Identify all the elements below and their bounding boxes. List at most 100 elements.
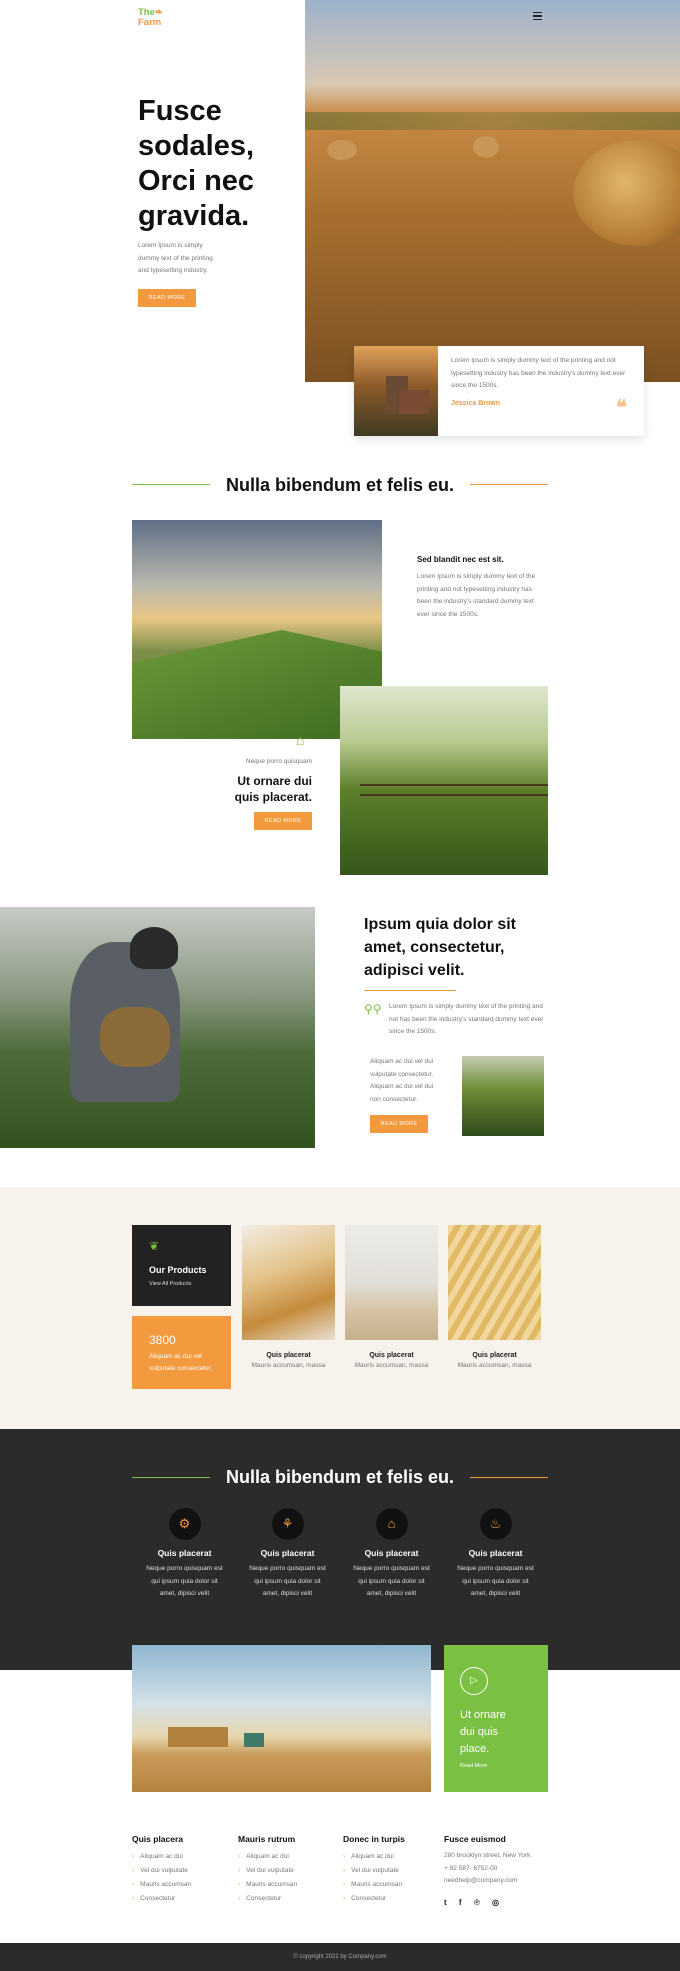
menu-icon[interactable] xyxy=(533,12,542,20)
harvest-image xyxy=(462,1056,544,1136)
quote-image xyxy=(354,346,438,436)
service-item: ⌂ Quis placerat Neque porro quisquam est… xyxy=(339,1508,444,1601)
section2-text: Lorem Ipsum is simply dummy text of the … xyxy=(389,1003,544,1035)
product-image xyxy=(242,1225,335,1340)
product-title: Quis placerat xyxy=(472,1352,517,1359)
view-all-products-link[interactable]: View All Products xyxy=(149,1281,191,1287)
hero-text: Lorem Ipsum is simply dummy text of the p… xyxy=(138,242,213,274)
site-logo[interactable]: The❧ Farm xyxy=(138,8,163,28)
footer-link[interactable]: › Consectetur xyxy=(343,1892,405,1906)
service-item: ♨ Quis placerat Neque porro quisquam est… xyxy=(443,1508,548,1601)
section2-divider xyxy=(364,990,456,991)
product-sub: Mauris accumsan, massa xyxy=(354,1362,429,1369)
footer-link[interactable]: › Vel dui vulputate xyxy=(132,1864,191,1878)
copyright-text: © copyright 2021 by Company.com xyxy=(293,1954,387,1960)
pinterest-icon[interactable]: ℗ xyxy=(474,1898,480,1907)
footer-link[interactable]: › Aliquam ac dui xyxy=(132,1850,191,1864)
service-text: Neque porro quisquam est qui ipsum quia d… xyxy=(146,1565,223,1597)
tractor-image xyxy=(132,1645,431,1792)
barn-icon: ⌂ xyxy=(375,1508,408,1540)
card2-title: Ut ornare dui quis placerat. xyxy=(234,774,312,804)
social-icons: t f ℗ ◎ xyxy=(444,1898,530,1907)
products-dark-card[interactable]: ❦ Our Products View All Products xyxy=(132,1225,231,1306)
video-title: Ut ornare dui quis place. xyxy=(460,1709,506,1755)
footer-phone[interactable]: + 92 587- 6752-00 xyxy=(444,1863,530,1876)
footer-link[interactable]: › Aliquam ac dui xyxy=(238,1850,297,1864)
products-number: 3800 xyxy=(149,1333,176,1347)
service-title: Quis placerat xyxy=(260,1548,315,1558)
sprout-icon: ⚘ xyxy=(271,1508,304,1540)
footer-link[interactable]: › Vel dui vulputate xyxy=(343,1864,405,1878)
product-item[interactable]: Quis placerat Mauris accumsan, massa xyxy=(448,1225,541,1369)
footer-link[interactable]: › Consectetur xyxy=(132,1892,191,1906)
product-title: Quis placerat xyxy=(266,1352,311,1359)
service-title: Quis placerat xyxy=(364,1548,419,1558)
field-image xyxy=(340,686,548,875)
service-text: Neque porro quisquam est qui ipsum quia d… xyxy=(353,1565,430,1597)
service-item: ⚙ Quis placerat Neque porro quisquam est… xyxy=(132,1508,237,1601)
copyright-bar: © copyright 2021 by Company.com xyxy=(0,1943,680,1971)
footer-contact: Fusce euismod 280 brooklyn street, New Y… xyxy=(444,1834,530,1907)
bike-icon: ⚲⚲ xyxy=(364,1002,382,1016)
play-icon[interactable]: ▷ xyxy=(460,1667,488,1695)
bowl-icon: ♨ xyxy=(479,1508,512,1540)
card-heading: Sed blandit nec est sit. xyxy=(417,555,504,564)
footer-col: Quis placera › Aliquam ac dui › Vel dui vu… xyxy=(132,1834,191,1906)
product-image xyxy=(448,1225,541,1340)
footer-link[interactable]: › Mauris accumsan xyxy=(132,1878,191,1892)
footer-col-title: Quis placera xyxy=(132,1834,184,1844)
card2-read-more-button[interactable]: READ MORE xyxy=(254,812,312,830)
footer-col-title: Mauris rutrum xyxy=(238,1834,296,1844)
quote-card: Lorem Ipsum is simply dummy text of the … xyxy=(354,346,644,436)
footer-link[interactable]: › Mauris accumsan xyxy=(343,1878,405,1892)
card2-small: Neque porro quisquam xyxy=(245,758,312,765)
section2-subtext: Aliquam ac dui vel dui vulputate consecte… xyxy=(370,1058,434,1103)
product-sub: Mauris accumsan, massa xyxy=(457,1362,532,1369)
facebook-icon[interactable]: f xyxy=(459,1898,462,1907)
hero-image xyxy=(305,0,680,382)
hero-title: Fusce sodales, Orci nec gravida. xyxy=(138,95,255,232)
product-image xyxy=(345,1225,438,1340)
quote-author: Jessica Brown xyxy=(451,400,501,407)
footer-link[interactable]: › Vel dui vulputate xyxy=(238,1864,297,1878)
products-orange-card: 3800 Aliquam ac dui vel vulputate consect… xyxy=(132,1316,231,1389)
logo-text-line2: Farm xyxy=(138,17,162,28)
quote-mark-icon: ❝ xyxy=(616,397,627,419)
service-text: Neque porro quisquam est qui ipsum quia d… xyxy=(457,1565,534,1597)
footer-address: 280 brooklyn street, New York xyxy=(444,1852,531,1859)
products-orange-text: Aliquam ac dui vel vulputate consectetur. xyxy=(149,1353,213,1372)
video-card[interactable]: ▷ Ut ornare dui quis place. Read More xyxy=(444,1645,548,1792)
service-title: Quis placerat xyxy=(157,1548,212,1558)
footer-col: Mauris rutrum › Aliquam ac dui › Vel dui v… xyxy=(238,1834,297,1906)
footer-contact-title: Fusce euismod xyxy=(444,1834,506,1844)
product-item[interactable]: Quis placerat Mauris accumsan, massa xyxy=(345,1225,438,1369)
products-title: Our Products xyxy=(149,1265,207,1275)
video-read-more-link[interactable]: Read More xyxy=(460,1763,487,1769)
footer-col: Donec in turpis › Aliquam ac dui › Vel dui… xyxy=(343,1834,405,1906)
hero-read-more-button[interactable]: READ MORE xyxy=(138,289,196,307)
leaf-icon: ❦ xyxy=(149,1239,160,1253)
service-title: Quis placerat xyxy=(468,1548,523,1558)
service-item: ⚘ Quis placerat Neque porro quisquam est… xyxy=(235,1508,340,1601)
section-title: Nulla bibendum et felis eu. xyxy=(225,475,455,495)
twitter-icon[interactable]: t xyxy=(444,1898,447,1907)
footer-link[interactable]: › Consectetur xyxy=(238,1892,297,1906)
footer-col-title: Donec in turpis xyxy=(343,1834,405,1844)
section2-read-more-button[interactable]: READ MORE xyxy=(370,1115,428,1133)
products-section xyxy=(0,1187,680,1429)
instagram-icon[interactable]: ◎ xyxy=(492,1898,499,1907)
product-item[interactable]: Quis placerat Mauris accumsan, massa xyxy=(242,1225,335,1369)
services-title: Nulla bibendum et felis eu. xyxy=(225,1467,455,1487)
product-title: Quis placerat xyxy=(369,1352,414,1359)
service-text: Neque porro quisquam est qui ipsum quia d… xyxy=(249,1565,326,1597)
tractor-icon: ⚙ xyxy=(168,1508,201,1540)
home-icon: ⌂ xyxy=(296,732,305,748)
footer-email[interactable]: needhelp@company.com xyxy=(444,1875,530,1888)
product-sub: Mauris accumsan, massa xyxy=(251,1362,326,1369)
section2-title: Ipsum quia dolor sit amet, consectetur, ad… xyxy=(364,916,517,979)
farmer-image xyxy=(0,907,315,1148)
footer-link[interactable]: › Aliquam ac dui xyxy=(343,1850,405,1864)
card-text: Lorem Ipsum is simply dummy text of the p… xyxy=(417,573,536,618)
quote-text: Lorem Ipsum is simply dummy text of the … xyxy=(451,357,626,389)
footer-link[interactable]: › Mauris accumsan xyxy=(238,1878,297,1892)
